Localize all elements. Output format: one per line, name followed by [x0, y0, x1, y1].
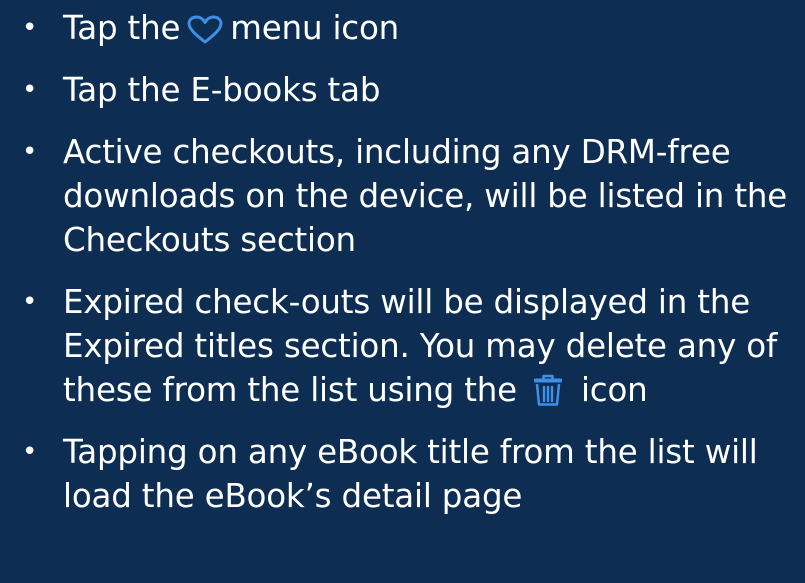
list-item: • Tap the E-books tab — [18, 68, 805, 112]
bullet-text: icon — [580, 371, 648, 409]
list-item: • Tap the menu icon — [18, 6, 805, 50]
bullet-text: Expired check-outs will be displayed in … — [63, 283, 778, 409]
bullet-dot: • — [22, 137, 38, 167]
bullet-text: menu icon — [230, 9, 400, 47]
bullet-text: Tapping on any eBook title from the list… — [63, 433, 758, 515]
bullet-dot: • — [22, 13, 38, 43]
bullet-dot: • — [22, 437, 38, 467]
bullet-text: Tap the E-books tab — [63, 71, 381, 109]
instruction-slide: • Tap the menu icon • Tap the E-books ta… — [0, 0, 805, 583]
bullet-text: Tap the — [63, 9, 181, 47]
list-item: • Expired check-outs will be displayed i… — [18, 280, 805, 412]
bullet-text: Active checkouts, including any DRM-free… — [63, 133, 788, 259]
trash-icon — [531, 373, 565, 407]
heart-icon — [186, 15, 224, 45]
instruction-list: • Tap the menu icon • Tap the E-books ta… — [18, 6, 805, 518]
list-item: • Active checkouts, including any DRM-fr… — [18, 130, 805, 262]
list-item: • Tapping on any eBook title from the li… — [18, 430, 805, 518]
bullet-dot: • — [22, 287, 38, 317]
bullet-dot: • — [22, 75, 38, 105]
